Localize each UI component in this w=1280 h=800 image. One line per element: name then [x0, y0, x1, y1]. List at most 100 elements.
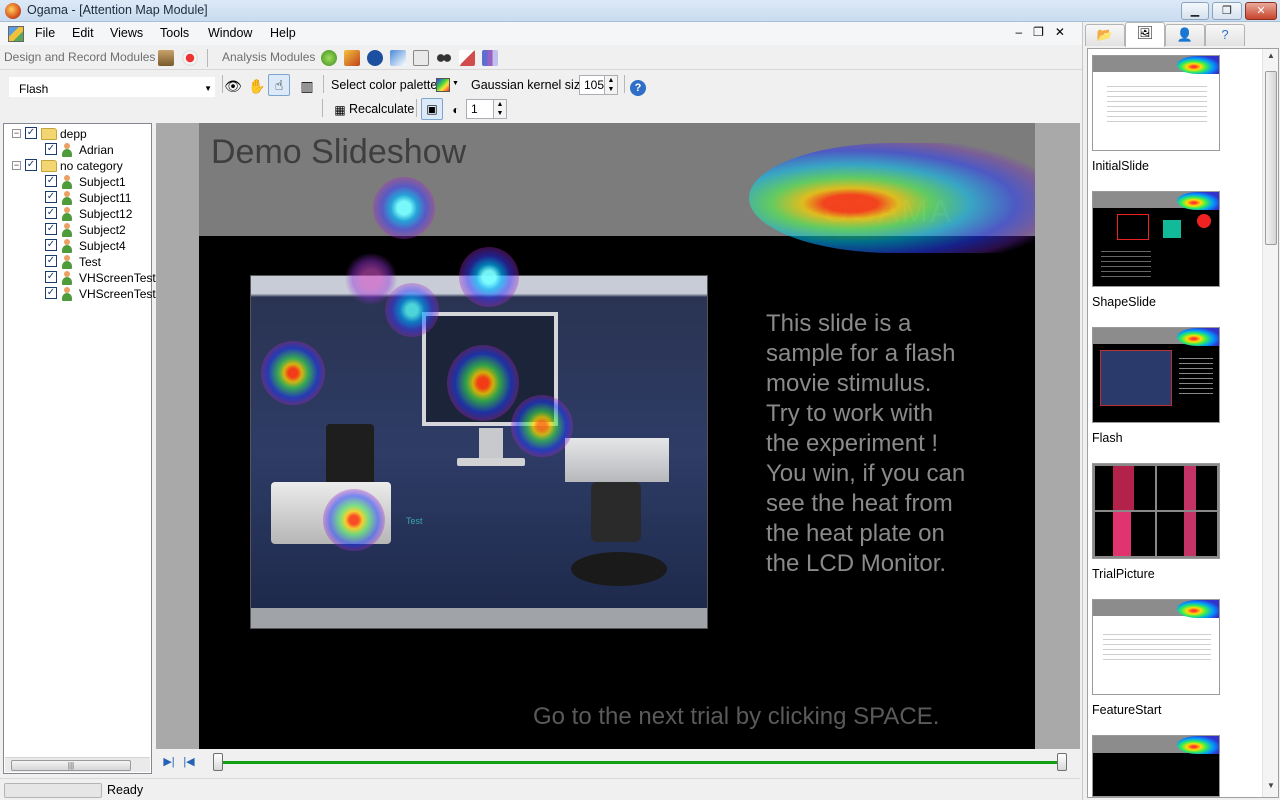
recalculate-button[interactable]: Recalculate [349, 102, 414, 116]
help-icon[interactable]: ? [627, 75, 649, 97]
slide-thumbnail[interactable] [1092, 463, 1220, 559]
slide-thumbnail-label[interactable]: ShapeSlide [1092, 295, 1156, 309]
mdi-window-controls[interactable]: –❐✕ [1016, 25, 1077, 39]
person-icon [61, 175, 73, 189]
tree-subject[interactable]: ✓ Subject12 [10, 206, 150, 222]
tree-subject[interactable]: ✓ Test [10, 254, 150, 270]
folder-tab-icon[interactable]: 📂 [1085, 24, 1125, 46]
menu-help[interactable]: Help [270, 26, 296, 40]
menu-edit[interactable]: Edit [72, 26, 94, 40]
trash-icon[interactable]: ▥ [296, 75, 318, 97]
subject-count-input[interactable]: 1 [466, 99, 494, 119]
scroll-up-icon[interactable]: ▲ [1265, 51, 1277, 65]
collapse-icon[interactable]: − [12, 161, 21, 170]
thumbnail-vertical-scrollbar[interactable]: ▲ ▼ [1262, 49, 1278, 797]
kernel-size-spinner[interactable]: ▲ ▼ [604, 75, 618, 95]
maximize-button[interactable]: ❐ [1212, 2, 1242, 20]
timeline-end-handle[interactable] [1057, 753, 1067, 771]
tree-subject-label: Subject1 [79, 175, 126, 189]
thumb-quadrant [1157, 512, 1217, 556]
scrollbar-thumb[interactable]: ||| [11, 760, 131, 771]
folder-icon [41, 128, 57, 140]
menu-tools[interactable]: Tools [160, 26, 189, 40]
eye-icon[interactable]: 👁 [222, 75, 244, 97]
skip-end-icon[interactable]: ▶| [162, 755, 176, 769]
toolbar-separator [323, 75, 324, 93]
slide-body-line: Try to work with [766, 400, 934, 427]
subject-checkbox[interactable]: ✓ [45, 239, 57, 251]
calculator-icon[interactable]: ▦ [329, 99, 351, 121]
menu-views[interactable]: Views [110, 26, 143, 40]
slide-thumbnail-label[interactable]: FeatureStart [1092, 703, 1161, 717]
attention-map-canvas[interactable]: Demo Slideshow OGAMA Test This slide is … [156, 123, 1080, 749]
person-icon [61, 239, 73, 253]
slide-thumbnail[interactable] [1092, 599, 1220, 695]
design-module-icon[interactable] [158, 50, 174, 66]
color-palette-button[interactable] [436, 78, 450, 92]
slide-thumbnail[interactable] [1092, 327, 1220, 423]
single-subject-icon[interactable]: ◐ [445, 99, 467, 121]
menu-window[interactable]: Window [208, 26, 252, 40]
tree-horizontal-scrollbar[interactable]: ||| [5, 757, 150, 772]
subjects-average-button[interactable]: ▣ [421, 98, 443, 120]
scrollbar-thumb[interactable] [1265, 71, 1277, 245]
close-button[interactable]: ✕ [1245, 2, 1277, 20]
tree-subject[interactable]: ✓ Subject1 [10, 174, 150, 190]
help-tab-icon[interactable]: ? [1205, 24, 1245, 46]
tree-group-no-category[interactable]: − ✓ no category [10, 158, 150, 174]
tree-group-depp[interactable]: − ✓ depp [10, 126, 150, 142]
slide-thumbnail[interactable] [1092, 55, 1220, 151]
slide-thumbnail[interactable] [1092, 735, 1220, 797]
subject-checkbox[interactable]: ✓ [45, 191, 57, 203]
kernel-size-input[interactable]: 105 [579, 75, 605, 95]
skip-start-icon[interactable]: |◀ [182, 755, 196, 769]
saccades-module-icon[interactable] [390, 50, 406, 66]
stimulus-select[interactable]: Flash ▼ [8, 76, 216, 98]
slide-thumbnail-label[interactable]: InitialSlide [1092, 159, 1149, 173]
levenshtein-module-icon[interactable] [459, 50, 475, 66]
replay-module-icon[interactable] [321, 50, 337, 66]
tree-subject[interactable]: ✓ Subject2 [10, 222, 150, 238]
slide-thumbnail-label[interactable]: Flash [1092, 431, 1123, 445]
mouse-icon[interactable]: ✋ [246, 75, 268, 97]
subject-checkbox[interactable]: ✓ [45, 143, 57, 155]
slides-tab-icon[interactable]: 🖼 [1125, 22, 1165, 47]
menu-file[interactable]: File [35, 26, 55, 40]
statistics-module-icon[interactable] [413, 50, 429, 66]
tree-subject-label: Adrian [79, 143, 114, 157]
tree-subject[interactable]: ✓ Adrian [10, 142, 150, 158]
subject-checkbox[interactable]: ✓ [45, 207, 57, 219]
mdi-document-icon[interactable] [8, 26, 24, 42]
slide-thumbnail[interactable] [1092, 191, 1220, 287]
timeline-track[interactable] [218, 761, 1064, 764]
slide-body-line: the LCD Monitor. [766, 550, 947, 577]
database-module-icon[interactable] [482, 50, 498, 66]
scroll-down-icon[interactable]: ▼ [1265, 781, 1277, 795]
subjects-tab-icon[interactable]: 👤 [1165, 24, 1205, 46]
person-icon [61, 207, 73, 221]
fixations-module-icon[interactable] [367, 50, 383, 66]
subject-count-spinner[interactable]: ▲ ▼ [493, 99, 507, 119]
tree-subject[interactable]: ✓ VHScreenTest. [10, 286, 159, 302]
timeline-start-handle[interactable] [213, 753, 223, 771]
record-module-icon[interactable] [182, 50, 198, 66]
group-checkbox[interactable]: ✓ [25, 127, 37, 139]
subject-checkbox[interactable]: ✓ [45, 271, 57, 283]
tree-subject[interactable]: ✓ Subject4 [10, 238, 150, 254]
subject-checkbox[interactable]: ✓ [45, 287, 57, 299]
design-modules-label: Design and Record Modules [4, 50, 156, 64]
slide-thumbnail-label[interactable]: TrialPicture [1092, 567, 1155, 581]
tree-subject[interactable]: ✓ Subject11 [10, 190, 150, 206]
subject-checkbox[interactable]: ✓ [45, 255, 57, 267]
group-checkbox[interactable]: ✓ [25, 159, 37, 171]
minimize-button[interactable]: ▁ [1181, 2, 1209, 20]
collapse-icon[interactable]: − [12, 129, 21, 138]
tree-subject[interactable]: ✓ VHScreenTest [10, 270, 156, 286]
scanpaths-module-icon[interactable] [436, 50, 452, 66]
pointer-hand-button[interactable]: ☝ [268, 74, 290, 96]
ogama-app-icon[interactable] [5, 3, 21, 19]
subject-checkbox[interactable]: ✓ [45, 175, 57, 187]
subject-checkbox[interactable]: ✓ [45, 223, 57, 235]
context-panel-tabs: 📂 🖼 👤 ? [1083, 22, 1280, 47]
attention-map-icon[interactable] [344, 50, 360, 66]
